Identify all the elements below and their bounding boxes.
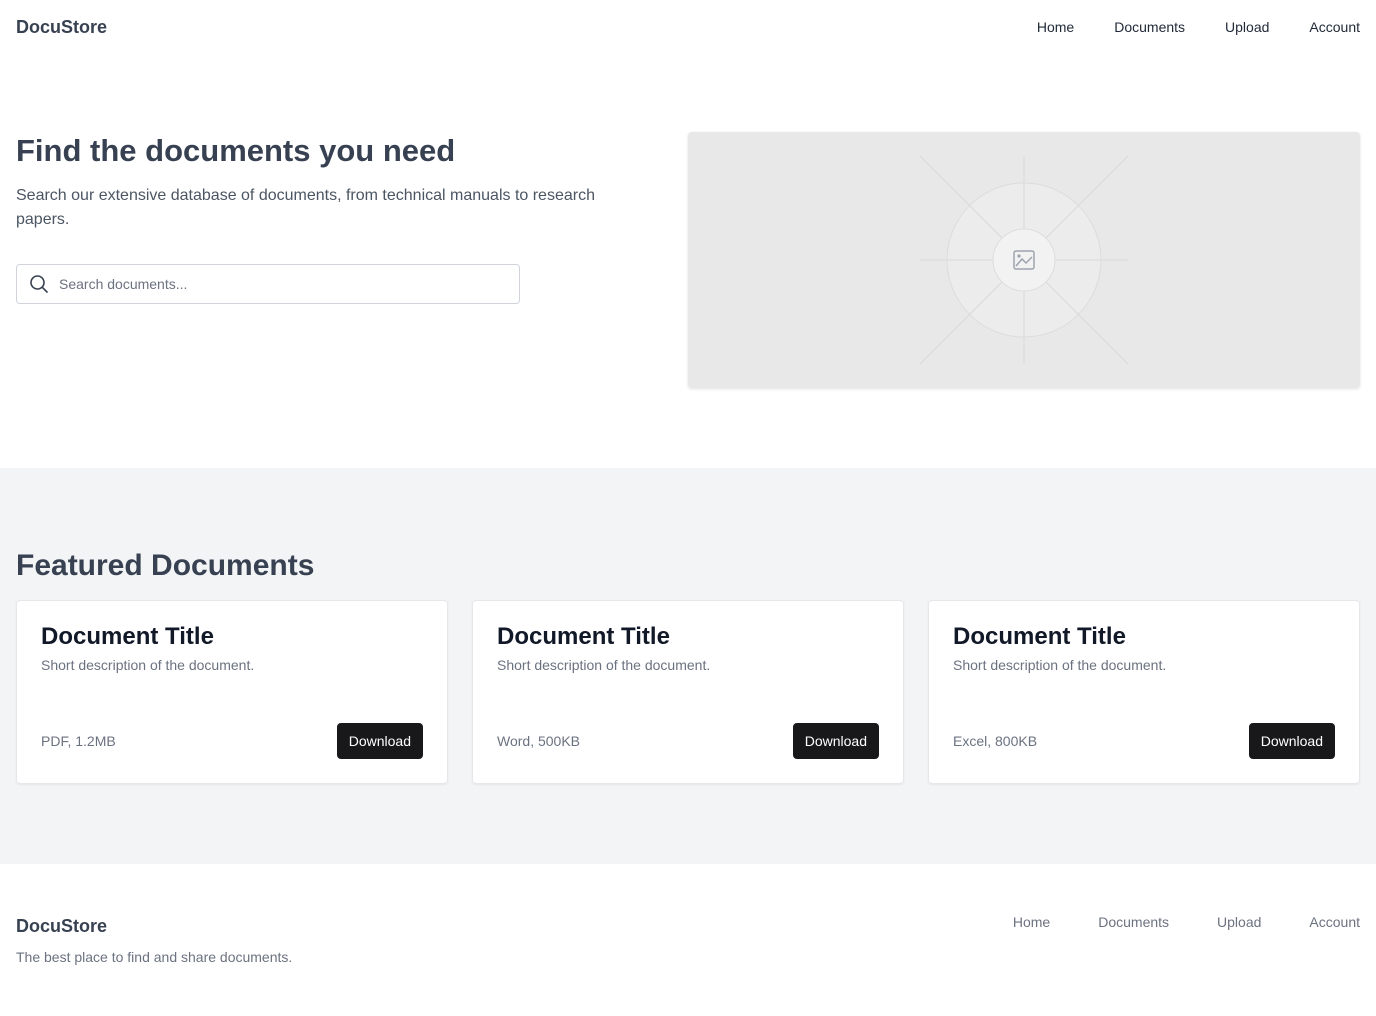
document-description: Short description of the document. (953, 657, 1167, 673)
document-title[interactable]: Document Title (497, 623, 879, 651)
nav-documents[interactable]: Documents (1114, 19, 1185, 35)
brand-logo[interactable]: DocuStore (16, 17, 107, 38)
site-header: DocuStore Home Documents Upload Account (0, 0, 1376, 54)
card-footer: Word, 500KB Download (497, 723, 879, 759)
download-button[interactable]: Download (1248, 723, 1335, 759)
hero-title: Find the documents you need (16, 133, 456, 168)
document-card: Document Title Short description of the … (472, 600, 904, 784)
footer-info: DocuStore The best place to find and sha… (16, 914, 292, 1016)
document-cards: Document Title Short description of the … (16, 600, 1360, 784)
footer-nav-upload[interactable]: Upload (1217, 914, 1261, 1016)
hero-image-placeholder (688, 132, 1360, 388)
document-description: Short description of the document. (41, 657, 255, 673)
footer-nav-home[interactable]: Home (1013, 914, 1050, 1016)
footer-nav-account[interactable]: Account (1309, 914, 1360, 1016)
document-meta: Excel, 800KB (953, 733, 1038, 749)
nav-home[interactable]: Home (1037, 19, 1074, 35)
document-card: Document Title Short description of the … (16, 600, 448, 784)
document-meta: Word, 500KB (497, 733, 581, 749)
nav-account[interactable]: Account (1309, 19, 1360, 35)
card-footer: PDF, 1.2MB Download (41, 723, 423, 759)
featured-section: Featured Documents Document Title Short … (0, 468, 1376, 864)
document-meta: PDF, 1.2MB (41, 733, 116, 749)
featured-title: Featured Documents (16, 549, 315, 582)
hero-subtitle: Search our extensive database of documen… (16, 187, 595, 228)
document-description: Short description of the document. (497, 657, 711, 673)
footer-tagline: The best place to find and share documen… (16, 949, 293, 965)
footer-brand[interactable]: DocuStore (16, 916, 292, 937)
search-box[interactable] (16, 264, 520, 304)
main-nav: Home Documents Upload Account (1037, 19, 1360, 35)
image-placeholder-graphic (919, 155, 1129, 365)
download-button[interactable]: Download (792, 723, 879, 759)
footer-nav-documents[interactable]: Documents (1098, 914, 1169, 1016)
search-input[interactable] (59, 276, 507, 292)
hero-section: Find the documents you need Search our e… (0, 54, 1376, 468)
document-title[interactable]: Document Title (41, 623, 423, 651)
search-icon (30, 275, 48, 293)
nav-upload[interactable]: Upload (1225, 19, 1269, 35)
document-title[interactable]: Document Title (953, 623, 1335, 651)
site-footer: DocuStore The best place to find and sha… (0, 864, 1376, 1016)
hero-text: Find the documents you need Search our e… (16, 132, 640, 468)
document-card: Document Title Short description of the … (928, 600, 1360, 784)
card-footer: Excel, 800KB Download (953, 723, 1335, 759)
download-button[interactable]: Download (336, 723, 423, 759)
footer-nav: Home Documents Upload Account (1013, 914, 1360, 1016)
